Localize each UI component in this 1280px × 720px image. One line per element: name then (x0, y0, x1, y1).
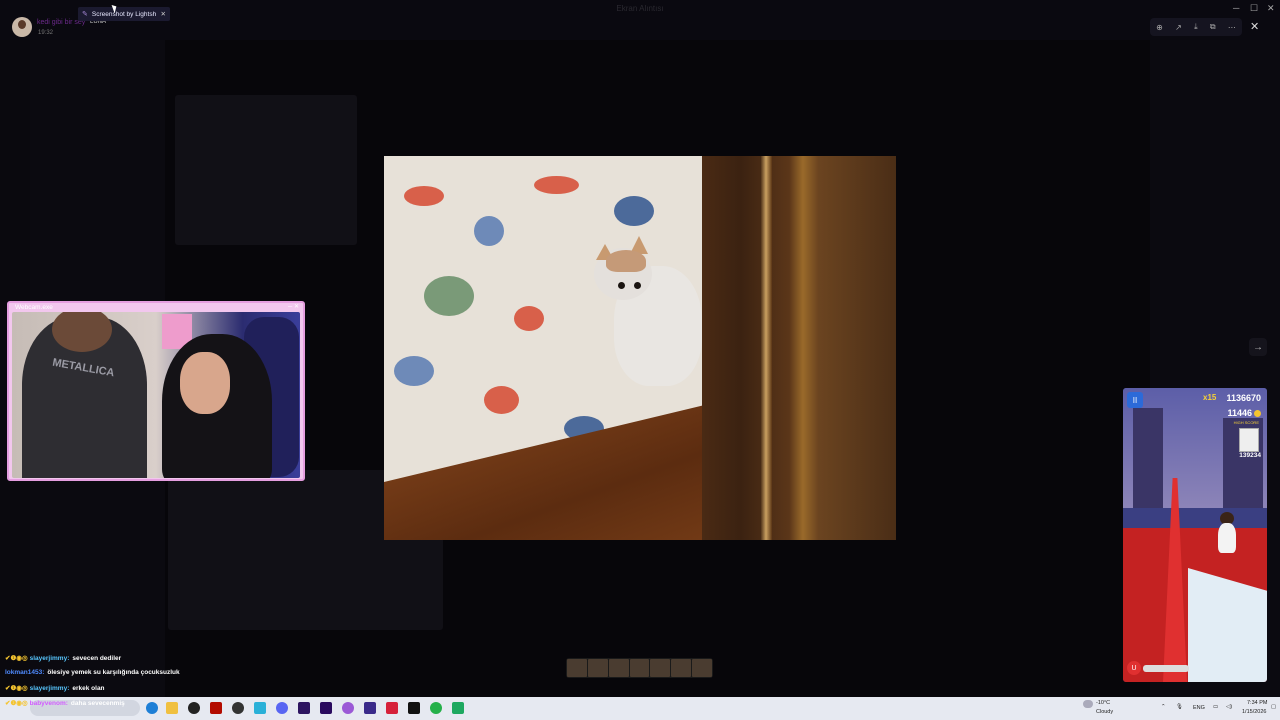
chat-badges-icon: ✔❶◉◎ (5, 685, 28, 692)
thumbnail[interactable] (587, 659, 608, 677)
show-hidden-icons[interactable]: ⌃ (1161, 704, 1166, 710)
file-explorer-icon[interactable] (166, 702, 178, 714)
close-window-button[interactable]: ✕ (1267, 3, 1275, 14)
spreadsheet-icon[interactable] (452, 702, 464, 714)
kitten-fur-patch (606, 250, 646, 272)
coin-count-value: 11446 (1227, 408, 1252, 418)
viewer-toolbar: ⊕ ↗ ⤓ ⧉ ⋯ (1150, 18, 1242, 36)
chat-text: sevecen dediler (72, 655, 122, 662)
thumbnail[interactable] (567, 659, 587, 677)
coin-icon (1254, 410, 1261, 418)
chat-message: ✔❶◉◎ slayerjimmy: sevecen dediler (5, 654, 121, 662)
weather-temperature[interactable]: -10°C (1096, 700, 1110, 706)
chat-message: ✔❶◉◎ slayerjimmy: erkek olan (5, 684, 105, 692)
chat-message: ✔❶◉◎ babyvenom: daha sevecenmiş (5, 699, 125, 707)
close-viewer-button[interactable]: ✕ (1250, 20, 1259, 33)
high-score-avatar (1239, 428, 1259, 452)
high-score: 139234 (1239, 452, 1261, 459)
thumbnail[interactable] (608, 659, 629, 677)
chat-text: ölesiye yemek su karşılığında çocuksuzlu… (47, 669, 180, 676)
message-time: 19:32 (38, 30, 54, 36)
high-score-label: HIGH SCORE (1233, 420, 1259, 425)
background-embed (175, 95, 357, 245)
next-image-button[interactable]: → (1249, 338, 1267, 356)
chat-badges-icon: ✔❶◉◎ (5, 700, 28, 707)
kitten-image (384, 156, 896, 540)
game-building (1133, 408, 1163, 508)
powerup-bar (1143, 665, 1189, 672)
microphone-icon[interactable]: 🎙 (1176, 704, 1183, 710)
magnet-icon: U (1127, 661, 1141, 675)
background-title-bar: Ekran Alıntısı (0, 0, 1280, 40)
weather-cloud-icon[interactable] (1083, 700, 1093, 708)
webcam-title: Webcam.exe (15, 304, 53, 311)
chat-message: lokman1453: ölesiye yemek su karşılığında… (5, 669, 180, 676)
discord-icon[interactable] (276, 702, 288, 714)
game-score: 1136670 (1226, 393, 1261, 403)
whatsapp-icon[interactable] (430, 702, 442, 714)
kitten-eye (618, 282, 625, 289)
door (702, 156, 896, 540)
open-external-icon[interactable]: ↗ (1175, 23, 1182, 32)
notification-icon[interactable]: ▢ (1271, 704, 1276, 710)
webcam-feed: METALLICA (12, 312, 300, 478)
kitten-eye (634, 282, 641, 289)
thumbnail[interactable] (692, 659, 713, 677)
app-icon[interactable] (254, 702, 266, 714)
chat-text: erkek olan (72, 685, 105, 692)
language-indicator[interactable]: ENG (1193, 705, 1205, 711)
door-edge (760, 156, 772, 540)
steam-icon[interactable] (188, 702, 200, 714)
volume-icon[interactable]: ◁) (1226, 704, 1232, 710)
window-title: Ekran Alıntısı (616, 4, 664, 13)
streamer-woman-face (180, 352, 230, 414)
edge-icon[interactable] (146, 702, 158, 714)
proton-vpn-icon[interactable] (364, 702, 376, 714)
open-in-browser-icon[interactable]: ⧉ (1210, 22, 1216, 32)
score-multiplier: x15 (1203, 393, 1217, 402)
game-player (1218, 523, 1236, 553)
more-options-icon[interactable]: ⋯ (1228, 23, 1236, 32)
clock-date[interactable]: 1/15/2026 (1242, 709, 1266, 715)
game-overlay: II x15 1136670 11446 HIGH SCORE 139234 U (1123, 388, 1267, 682)
clock-time[interactable]: 7:34 PM (1247, 700, 1267, 706)
browser-icon[interactable] (342, 702, 354, 714)
pause-icon[interactable]: II (1127, 392, 1143, 408)
chat-text: daha sevecenmiş (70, 700, 125, 707)
thumbnail[interactable] (650, 659, 671, 677)
chat-badges-icon: ✔❶◉◎ (5, 655, 28, 662)
chat-username: slayerjimmy: (29, 685, 70, 692)
webcam-window: Webcam.exe ─ ✕ METALLICA (7, 301, 305, 481)
pen-icon: ✎ (82, 11, 88, 18)
tooltip-close-icon[interactable]: ✕ (161, 10, 166, 18)
coin-count: 11446 (1227, 408, 1261, 418)
webcam-controls: ─ ✕ (288, 304, 299, 310)
screenshot-tooltip: ✎ Screenshot by Lightsh ✕ (78, 7, 170, 21)
after-effects-icon[interactable] (298, 702, 310, 714)
avatar[interactable] (12, 17, 32, 37)
download-icon[interactable]: ⤓ (1194, 22, 1198, 32)
streamer-man-head (52, 312, 112, 352)
obs-icon[interactable] (232, 702, 244, 714)
acrobat-icon[interactable] (210, 702, 222, 714)
zoom-icon[interactable]: ⊕ (1156, 23, 1163, 32)
shirt-text: METALLICA (51, 356, 116, 380)
opera-icon[interactable] (386, 702, 398, 714)
streamer-man: METALLICA (22, 312, 147, 478)
thumbnail[interactable] (629, 659, 650, 677)
thumbnail[interactable] (671, 659, 692, 677)
thumbnail-strip (566, 658, 713, 678)
maximize-button[interactable]: ☐ (1250, 3, 1258, 14)
weather-description[interactable]: Cloudy (1096, 709, 1113, 715)
tooltip-text: Screenshot by Lightsh (91, 10, 157, 18)
chat-username: slayerjimmy: (29, 655, 70, 662)
chat-username: babyvenom: (29, 700, 68, 707)
network-icon[interactable]: ▭ (1213, 704, 1218, 710)
premiere-icon[interactable] (320, 702, 332, 714)
minimize-button[interactable]: ─ (1233, 3, 1239, 13)
capcut-icon[interactable] (408, 702, 420, 714)
chat-username: lokman1453: (5, 669, 45, 676)
